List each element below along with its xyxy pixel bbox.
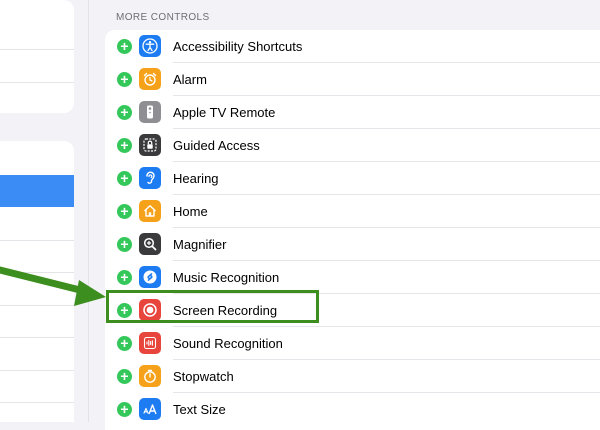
sidebar-item[interactable]: [0, 207, 74, 241]
sidebar: [0, 0, 89, 422]
add-button[interactable]: +: [117, 39, 132, 54]
control-label: Music Recognition: [173, 270, 280, 285]
control-row-sound-recognition[interactable]: + Sound Recognition: [105, 327, 600, 360]
control-row-alarm[interactable]: + Alarm: [105, 63, 600, 96]
section-header: MORE CONTROLS: [116, 12, 210, 23]
control-row-home[interactable]: + Home: [105, 195, 600, 228]
sidebar-group: [0, 0, 74, 113]
add-button[interactable]: +: [117, 72, 132, 87]
control-label: Home: [173, 204, 208, 219]
add-button[interactable]: +: [117, 204, 132, 219]
sidebar-item[interactable]: [0, 49, 74, 83]
control-label: Apple TV Remote: [173, 105, 276, 120]
control-row-stopwatch[interactable]: + Stopwatch: [105, 360, 600, 393]
add-button[interactable]: +: [117, 402, 132, 417]
more-controls-list: + Accessibility Shortcuts + Alarm + Appl…: [105, 30, 600, 430]
control-label: Text Size: [173, 402, 226, 417]
control-label: Guided Access: [173, 138, 260, 153]
add-button[interactable]: +: [117, 105, 132, 120]
add-button[interactable]: +: [117, 336, 132, 351]
magnifier-icon: [139, 233, 161, 255]
pointer-arrow-icon: [0, 266, 106, 306]
lock-icon: [139, 134, 161, 156]
control-row-text-size[interactable]: + Text Size: [105, 393, 600, 426]
sidebar-item[interactable]: [0, 0, 74, 50]
sidebar-item[interactable]: [0, 370, 74, 403]
control-label: Hearing: [173, 171, 219, 186]
control-label: Accessibility Shortcuts: [173, 39, 303, 54]
alarm-clock-icon: [139, 68, 161, 90]
sidebar-item[interactable]: [0, 141, 74, 176]
control-row-magnifier[interactable]: + Magnifier: [105, 228, 600, 261]
shazam-icon: [139, 266, 161, 288]
control-label: Sound Recognition: [173, 336, 283, 351]
ear-icon: [139, 167, 161, 189]
text-size-icon: [139, 398, 161, 420]
add-button[interactable]: +: [117, 138, 132, 153]
accessibility-icon: [139, 35, 161, 57]
remote-icon: [139, 101, 161, 123]
control-label: Magnifier: [173, 237, 227, 252]
control-row-accessibility-shortcuts[interactable]: + Accessibility Shortcuts: [105, 30, 600, 63]
control-row-hearing[interactable]: + Hearing: [105, 162, 600, 195]
waveform-icon: [139, 332, 161, 354]
add-button[interactable]: +: [117, 369, 132, 384]
add-button[interactable]: +: [117, 171, 132, 186]
sidebar-item-selected[interactable]: [0, 175, 74, 207]
sidebar-item[interactable]: [0, 337, 74, 371]
home-icon: [139, 200, 161, 222]
sidebar-item[interactable]: [0, 82, 74, 113]
control-label: Stopwatch: [173, 369, 234, 384]
stopwatch-icon: [139, 365, 161, 387]
control-label: Alarm: [173, 72, 207, 87]
highlight-box: [106, 290, 319, 323]
control-row-apple-tv-remote[interactable]: + Apple TV Remote: [105, 96, 600, 129]
control-row-guided-access[interactable]: + Guided Access: [105, 129, 600, 162]
